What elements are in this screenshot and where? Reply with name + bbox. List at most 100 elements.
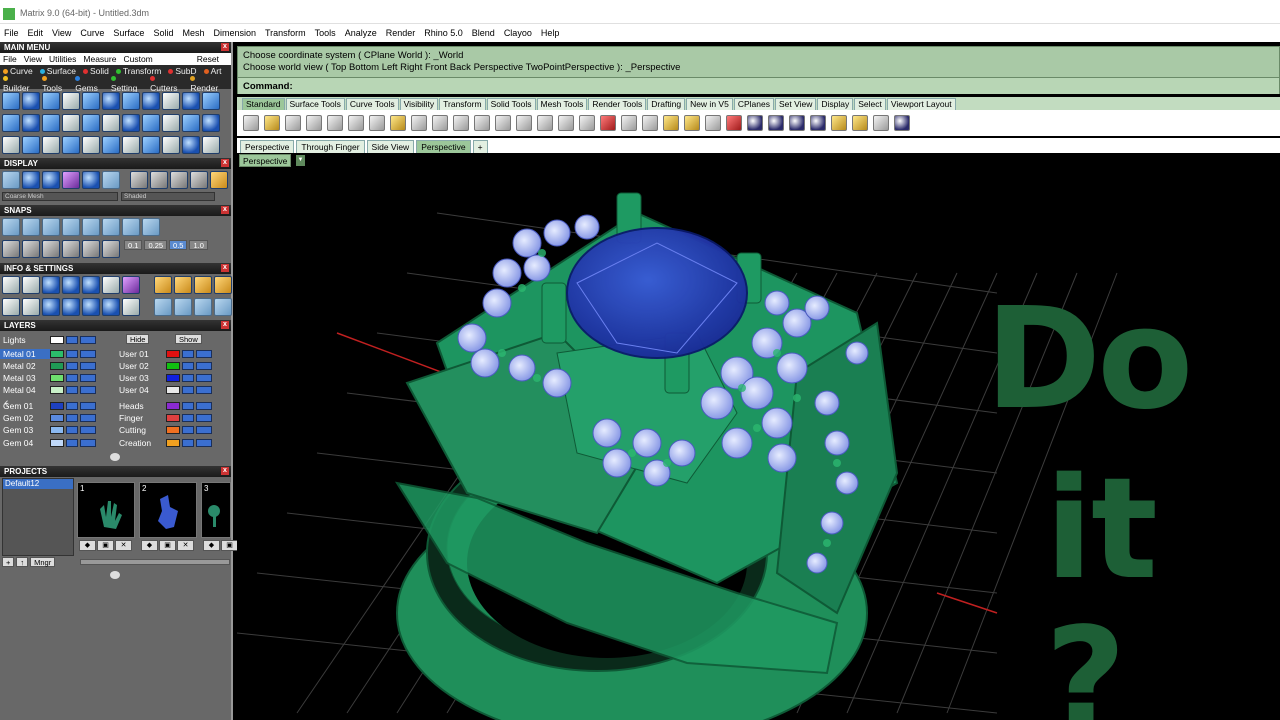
snap-icon[interactable] [82, 240, 100, 258]
info-icon[interactable] [154, 276, 172, 294]
collapse-handle-icon[interactable] [110, 571, 120, 579]
hide-button[interactable]: Hide [126, 334, 150, 344]
layer-color-swatch[interactable] [166, 374, 180, 383]
snap-icon[interactable] [102, 218, 120, 236]
up-arrow-icon[interactable]: ↑ [16, 557, 29, 567]
info-icon[interactable] [194, 298, 212, 316]
tool-icon[interactable] [182, 114, 200, 132]
add-project-button[interactable]: + [2, 557, 15, 567]
close-icon[interactable]: x [221, 467, 229, 475]
info-icon[interactable] [42, 276, 60, 294]
info-icon[interactable] [82, 298, 100, 316]
layer-color-swatch[interactable] [166, 414, 180, 422]
menu-render[interactable]: Render [386, 28, 416, 38]
tool-icon[interactable] [22, 92, 40, 110]
layer-row[interactable]: User 02 [116, 360, 212, 371]
snap-icon[interactable] [22, 218, 40, 236]
pin-icon[interactable]: ◆ [141, 540, 158, 551]
collapse-handle-icon[interactable] [110, 453, 120, 461]
print-icon[interactable] [306, 115, 322, 131]
viewport-tab[interactable]: Perspective [240, 140, 295, 153]
snap-icon[interactable] [22, 240, 40, 258]
paste-icon[interactable] [390, 115, 406, 131]
info-icon[interactable] [174, 298, 192, 316]
four-view-icon[interactable] [579, 115, 595, 131]
info-icon[interactable] [102, 276, 120, 294]
tool-icon[interactable] [2, 136, 20, 154]
layer-row[interactable]: Gem 02 [0, 413, 96, 424]
info-icon[interactable] [174, 276, 192, 294]
layer-row[interactable]: Cutting [116, 425, 212, 436]
mm-render[interactable]: Render [190, 73, 224, 93]
tool-icon[interactable] [2, 114, 20, 132]
menu-file[interactable]: File [4, 28, 19, 38]
save-icon[interactable]: ▣ [97, 540, 114, 551]
project-thumb-2[interactable]: 2 [139, 482, 197, 538]
layer-row[interactable]: Metal 02 [0, 360, 96, 371]
visibility-icon[interactable] [196, 414, 212, 422]
tool-icon[interactable] [2, 92, 20, 110]
layer-icon[interactable] [705, 115, 721, 131]
visibility-icon[interactable] [80, 335, 96, 344]
tool-icon[interactable] [82, 114, 100, 132]
visibility-icon[interactable] [80, 401, 96, 410]
project-thumb-3[interactable]: 3 [201, 482, 231, 538]
mm-tools[interactable]: Tools [42, 73, 68, 93]
settings-icon[interactable] [2, 276, 20, 294]
menu-blend[interactable]: Blend [472, 28, 495, 38]
cut-icon[interactable] [348, 115, 364, 131]
tool-icon[interactable] [22, 136, 40, 154]
close-icon[interactable]: x [221, 159, 229, 167]
lock-icon[interactable] [182, 401, 194, 410]
show-button[interactable]: Show [175, 334, 202, 344]
tool-icon[interactable] [202, 114, 220, 132]
snap-value-0-1[interactable]: 0.1 [124, 240, 143, 250]
mm-custom[interactable]: Custom [123, 54, 152, 64]
tool-icon[interactable] [102, 114, 120, 132]
tool-icon[interactable] [102, 136, 120, 154]
toolbar-tab[interactable]: Surface Tools [285, 98, 345, 110]
lock-icon[interactable] [66, 414, 78, 422]
project-thumb-1[interactable]: 1 [77, 482, 135, 538]
toolbar-tab[interactable]: New in V5 [686, 98, 733, 110]
tool-icon[interactable] [122, 114, 140, 132]
render-sphere-icon[interactable] [789, 115, 805, 131]
toolbar-tab[interactable]: Standard [242, 98, 285, 110]
import-icon[interactable] [327, 115, 343, 131]
lock-icon[interactable] [66, 426, 78, 435]
layer-color-swatch[interactable] [166, 401, 180, 410]
toolbar-tab[interactable]: Solid Tools [486, 98, 536, 110]
layer-color-swatch[interactable] [50, 426, 64, 435]
layer-color-swatch[interactable] [166, 438, 180, 447]
save-icon[interactable]: ▣ [221, 540, 238, 551]
tool-icon[interactable] [42, 114, 60, 132]
info-icon[interactable] [214, 276, 232, 294]
visibility-icon[interactable] [196, 438, 212, 447]
view-icon[interactable] [42, 171, 60, 189]
lock-icon[interactable] [66, 386, 78, 395]
menu-surface[interactable]: Surface [113, 28, 144, 38]
tool-icon[interactable] [62, 114, 80, 132]
zoom-selected-icon[interactable] [537, 115, 553, 131]
points-icon[interactable] [663, 115, 679, 131]
tool-icon[interactable] [122, 92, 140, 110]
mm-measure[interactable]: Measure [83, 54, 116, 64]
mm-utilities[interactable]: Utilities [49, 54, 76, 64]
layer-row[interactable]: Creation [116, 437, 212, 448]
info-icon[interactable] [62, 276, 80, 294]
layer-row[interactable]: Finger [116, 413, 212, 424]
viewport-tab[interactable]: Through Finger [296, 140, 365, 153]
layer-color-swatch[interactable] [50, 414, 64, 422]
layer-color-swatch[interactable] [166, 426, 180, 435]
toolbar-tab[interactable]: Transform [439, 98, 486, 110]
mm-gems[interactable]: Gems [75, 73, 104, 93]
manager-button[interactable]: Mngr [30, 557, 56, 567]
menu-clayoo[interactable]: Clayoo [504, 28, 532, 38]
mm-file[interactable]: File [3, 54, 17, 64]
close-icon[interactable]: x [221, 321, 229, 329]
menu-edit[interactable]: Edit [28, 28, 44, 38]
layer-row[interactable]: User 03 [116, 373, 212, 384]
shade-icon[interactable] [130, 171, 148, 189]
layer-row-lights[interactable]: Lights [0, 334, 96, 345]
toolbar-tab[interactable]: Set View [774, 98, 817, 110]
